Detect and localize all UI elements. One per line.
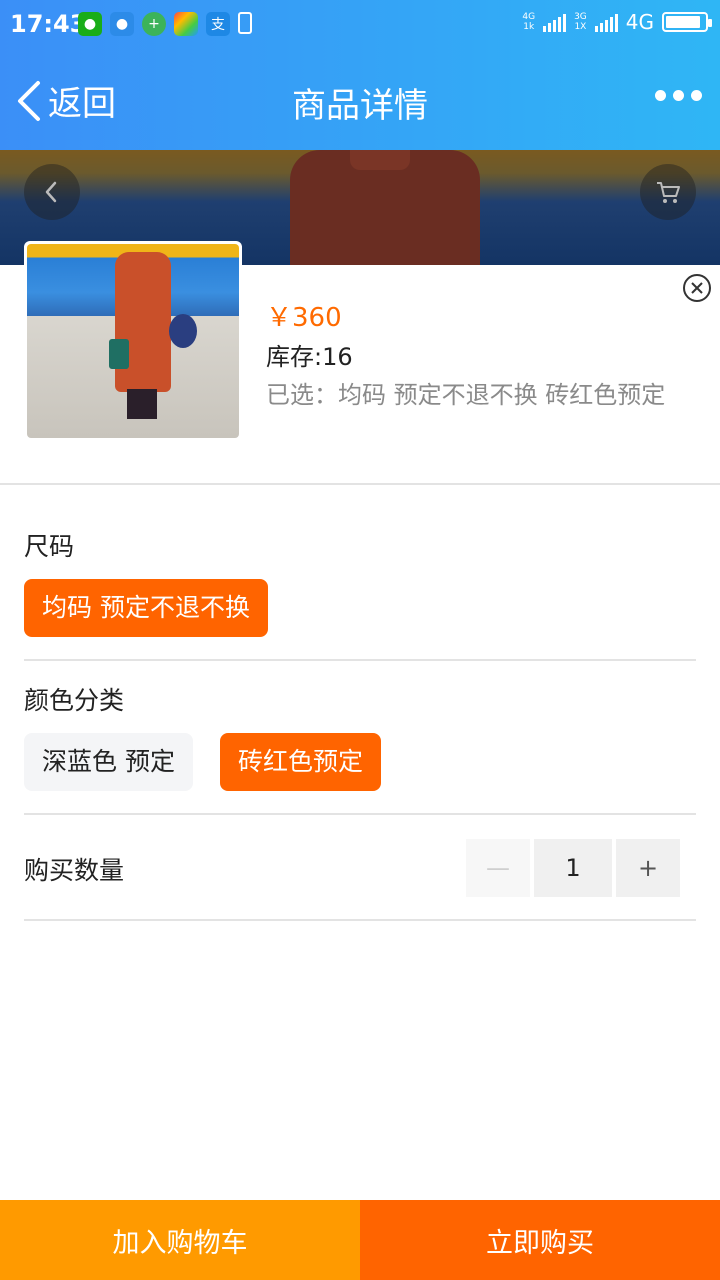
charging-icon [238, 12, 252, 34]
status-bar: 17:43 ● ● + 支 4G 1k 3G 1X 4G [0, 0, 720, 50]
action-bar: 加入购物车 立即购买 [0, 1200, 720, 1280]
more-dot-icon [691, 90, 702, 101]
alipay-icon: 支 [206, 12, 230, 36]
chat-icon: ● [110, 12, 134, 36]
plus-app-icon: + [142, 12, 166, 36]
cart-icon [657, 182, 680, 203]
selected-options: 已选：均码 预定不退不换 砖红色预定 [266, 381, 666, 409]
battery-level [666, 16, 701, 28]
more-dot-icon [673, 90, 684, 101]
more-options-button[interactable] [655, 90, 702, 101]
add-to-cart-button[interactable]: 加入购物车 [0, 1200, 360, 1280]
battery-icon [662, 12, 712, 32]
buy-now-button[interactable]: 立即购买 [360, 1200, 720, 1280]
more-dot-icon [655, 90, 666, 101]
chevron-left-icon [45, 181, 57, 203]
divider [24, 659, 696, 661]
status-indicators: 4G 1k 3G 1X 4G [522, 10, 712, 34]
browser-icon [174, 12, 198, 36]
quantity-label: 购买数量 [24, 856, 125, 885]
wechat-icon: ● [78, 12, 102, 36]
quantity-increase-button[interactable]: + [616, 839, 680, 897]
product-stock: 库存:16 [266, 343, 353, 371]
network-type-bottom: 1k [523, 22, 535, 32]
size-option-one-size[interactable]: 均码 预定不退不换 [24, 579, 268, 637]
signal-icon [594, 12, 618, 32]
signal-icon [543, 12, 567, 32]
page-title: 商品详情 [292, 86, 428, 126]
product-price: ￥360 [266, 303, 342, 333]
banner-dress-shape [290, 150, 480, 265]
color-option-navy[interactable]: 深蓝色 预定 [24, 733, 193, 791]
divider [24, 919, 696, 921]
divider [24, 813, 696, 815]
product-thumbnail [24, 241, 242, 441]
nav-bar: 返回 商品详情 [0, 50, 720, 150]
color-option-brick-red[interactable]: 砖红色预定 [220, 733, 382, 791]
status-app-icons: ● ● + 支 [78, 12, 252, 36]
banner-cart-button[interactable] [640, 164, 696, 220]
network2-type-top: 3G [574, 12, 587, 22]
status-time: 17:43 [10, 10, 87, 38]
network-label: 4G [625, 10, 654, 34]
app-header: 17:43 ● ● + 支 4G 1k 3G 1X 4G 返回 商品详情 [0, 0, 720, 150]
close-icon[interactable] [682, 273, 712, 303]
network2-type-bottom: 1X [574, 22, 587, 32]
quantity-value[interactable]: 1 [534, 839, 612, 897]
sku-selector-sheet: ￥360 库存:16 已选：均码 预定不退不换 砖红色预定 尺码 均码 预定不退… [0, 241, 720, 1280]
banner-back-button[interactable] [24, 164, 80, 220]
quantity-decrease-button[interactable]: — [466, 839, 530, 897]
network-type-top: 4G [522, 12, 536, 22]
size-label: 尺码 [24, 532, 75, 561]
divider [0, 483, 720, 485]
color-label: 颜色分类 [24, 686, 125, 715]
